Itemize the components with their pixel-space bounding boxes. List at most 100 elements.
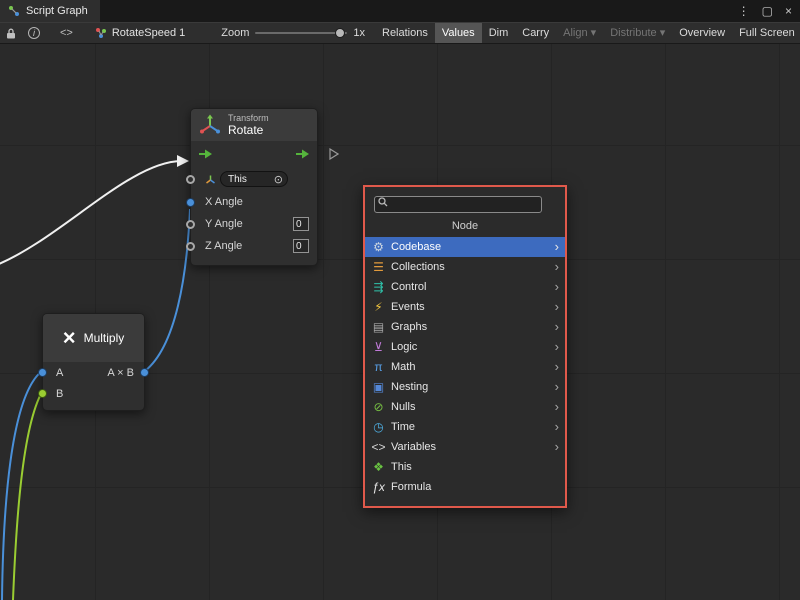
fullscreen-button[interactable]: Full Screen bbox=[732, 22, 800, 44]
node-category: Transform bbox=[228, 113, 269, 123]
finder-item-label: Math bbox=[391, 361, 550, 373]
transform-gizmo-icon bbox=[199, 114, 221, 136]
formula-fx-icon: ƒx bbox=[371, 480, 386, 494]
port-z-angle[interactable] bbox=[186, 242, 195, 251]
unity-visual-scripting-window: Script Graph ⋮ ▢ × i <> RotateSpeed 1 bbox=[0, 0, 800, 600]
finder-item-nesting[interactable]: ▣ Nesting › bbox=[365, 377, 565, 397]
zoom-control: Zoom 1x bbox=[221, 27, 365, 39]
chevron-right-icon: › bbox=[555, 320, 559, 333]
z-angle-label: Z Angle bbox=[205, 240, 242, 252]
graph-breadcrumb[interactable]: RotateSpeed 1 bbox=[87, 27, 193, 39]
y-angle-label: Y Angle bbox=[205, 218, 243, 230]
close-icon[interactable]: × bbox=[785, 4, 792, 18]
finder-item-label: Codebase bbox=[391, 241, 550, 253]
this-row: This ⊙ bbox=[191, 167, 317, 191]
finder-item-label: Events bbox=[391, 301, 550, 313]
finder-item-label: Nulls bbox=[391, 401, 550, 413]
finder-item-formula[interactable]: ƒx Formula bbox=[365, 477, 565, 497]
chevron-right-icon: › bbox=[555, 340, 559, 353]
chevron-right-icon: › bbox=[555, 400, 559, 413]
object-picker-icon[interactable]: ⊙ bbox=[274, 173, 283, 186]
z-angle-row: Z Angle bbox=[191, 235, 317, 257]
nesting-icon: ▣ bbox=[371, 380, 386, 394]
port-x-angle[interactable] bbox=[186, 198, 195, 207]
this-object-value: This bbox=[228, 174, 247, 185]
graph-canvas[interactable]: Transform Rotate bbox=[0, 44, 800, 600]
chevron-right-icon: › bbox=[555, 300, 559, 313]
rotate-node-header[interactable]: Transform Rotate bbox=[191, 109, 317, 141]
finder-item-logic[interactable]: ⊻ Logic › bbox=[365, 337, 565, 357]
code-view-icon[interactable]: <> bbox=[54, 27, 79, 39]
y-angle-input[interactable] bbox=[293, 217, 309, 231]
wire-multiply-to-x-angle[interactable] bbox=[145, 209, 190, 371]
z-angle-input[interactable] bbox=[293, 239, 309, 253]
codebase-gear-icon: ⚙ bbox=[371, 240, 386, 254]
port-b[interactable] bbox=[38, 389, 47, 398]
script-graph-icon bbox=[8, 5, 20, 17]
port-y-angle[interactable] bbox=[186, 220, 195, 229]
graphs-folder-icon: ▤ bbox=[371, 320, 386, 334]
lock-icon[interactable] bbox=[0, 28, 22, 39]
fuzzy-finder: Node ⚙ Codebase › ☰ Collections › ⇶ Cont… bbox=[363, 185, 567, 508]
relations-button[interactable]: Relations bbox=[375, 22, 435, 44]
tab-script-graph[interactable]: Script Graph bbox=[0, 0, 100, 22]
tab-bar: Script Graph ⋮ ▢ × bbox=[0, 0, 800, 22]
finder-item-label: Graphs bbox=[391, 321, 550, 333]
port-a[interactable] bbox=[38, 368, 47, 377]
wire-flow-arrowhead-icon bbox=[177, 155, 189, 167]
finder-item-variables[interactable]: <> Variables › bbox=[365, 437, 565, 457]
this-object-field[interactable]: This ⊙ bbox=[220, 171, 288, 187]
flow-continuation-icon bbox=[329, 148, 339, 160]
logic-icon: ⊻ bbox=[371, 340, 386, 354]
maximize-icon[interactable]: ▢ bbox=[762, 4, 773, 18]
finder-item-codebase[interactable]: ⚙ Codebase › bbox=[365, 237, 565, 257]
finder-item-nulls[interactable]: ⊘ Nulls › bbox=[365, 397, 565, 417]
wire-flow-input[interactable] bbox=[0, 161, 181, 266]
values-button[interactable]: Values bbox=[435, 22, 482, 44]
dim-button[interactable]: Dim bbox=[482, 22, 516, 44]
finder-item-math[interactable]: π Math › bbox=[365, 357, 565, 377]
finder-item-label: Variables bbox=[391, 441, 550, 453]
events-lightning-icon: ⚡ bbox=[371, 300, 386, 314]
align-dropdown-button[interactable]: Align ▾ bbox=[556, 22, 603, 44]
time-clock-icon: ◷ bbox=[371, 420, 386, 434]
x-angle-label: X Angle bbox=[205, 196, 243, 208]
zoom-value: 1x bbox=[353, 27, 365, 39]
port-a-times-b[interactable] bbox=[140, 368, 149, 377]
chevron-right-icon: › bbox=[555, 280, 559, 293]
finder-item-time[interactable]: ◷ Time › bbox=[365, 417, 565, 437]
distribute-dropdown-button[interactable]: Distribute ▾ bbox=[603, 22, 672, 44]
finder-item-graphs[interactable]: ▤ Graphs › bbox=[365, 317, 565, 337]
graph-asset-icon bbox=[95, 27, 107, 39]
zoom-slider[interactable] bbox=[255, 32, 347, 34]
finder-item-label: Nesting bbox=[391, 381, 550, 393]
node-multiply[interactable]: × Multiply A A × B B bbox=[42, 313, 145, 411]
node-title: Rotate bbox=[228, 123, 269, 137]
search-icon bbox=[378, 197, 388, 207]
flow-in-port-icon[interactable] bbox=[198, 149, 213, 159]
finder-item-control[interactable]: ⇶ Control › bbox=[365, 277, 565, 297]
flow-out-port-icon[interactable] bbox=[295, 149, 310, 159]
flow-row bbox=[191, 141, 317, 167]
finder-item-label: Collections bbox=[391, 261, 550, 273]
multiply-node-header[interactable]: × Multiply bbox=[43, 314, 144, 362]
x-angle-row: X Angle bbox=[191, 191, 317, 213]
finder-item-collections[interactable]: ☰ Collections › bbox=[365, 257, 565, 277]
overview-button[interactable]: Overview bbox=[672, 22, 732, 44]
finder-item-label: Control bbox=[391, 281, 550, 293]
info-icon[interactable]: i bbox=[22, 27, 46, 39]
nulls-icon: ⊘ bbox=[371, 400, 386, 414]
zoom-slider-knob[interactable] bbox=[335, 28, 345, 38]
finder-item-events[interactable]: ⚡ Events › bbox=[365, 297, 565, 317]
kebab-menu-icon[interactable]: ⋮ bbox=[738, 4, 750, 18]
finder-item-this[interactable]: ❖ This bbox=[365, 457, 565, 477]
mini-transform-icon bbox=[205, 174, 216, 185]
node-rotate[interactable]: Transform Rotate bbox=[190, 108, 318, 266]
zoom-label: Zoom bbox=[221, 27, 249, 39]
carry-button[interactable]: Carry bbox=[515, 22, 556, 44]
port-this[interactable] bbox=[186, 175, 195, 184]
graph-toolbar: i <> RotateSpeed 1 Zoom 1x Relations Val… bbox=[0, 22, 800, 44]
finder-search-input[interactable] bbox=[374, 196, 542, 213]
tab-label: Script Graph bbox=[26, 5, 88, 17]
y-angle-row: Y Angle bbox=[191, 213, 317, 235]
